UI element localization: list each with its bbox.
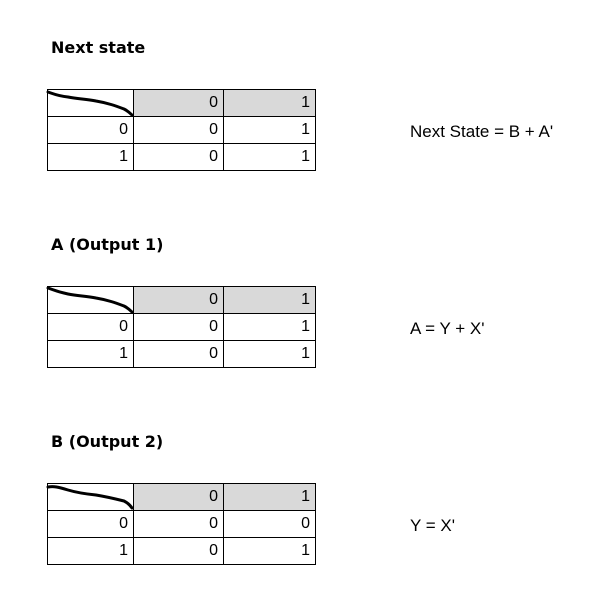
equation-next-state: Next State = B + A' [410, 122, 554, 141]
kmap-table: 0 1 0 0 0 1 0 1 [46, 483, 316, 565]
section-title-output-1: A (Output 1) [51, 235, 164, 254]
kmap-output-2: 0 1 0 0 0 1 0 1 [46, 483, 316, 569]
kmap-cell: 0 [133, 313, 224, 341]
section-title-output-2: B (Output 2) [51, 432, 164, 451]
kmap-cell: 1 [223, 143, 316, 171]
kmap-table: 0 1 0 0 1 1 0 1 [46, 89, 316, 171]
kmap-cell: 0 [133, 116, 224, 144]
kmap-cell: 1 [223, 340, 316, 368]
kmap-next-state: 0 1 0 0 1 1 0 1 [46, 89, 316, 175]
equation-output-1: A = Y + X' [410, 319, 485, 338]
kmap-row-label: 0 [47, 510, 134, 538]
kmap-col-header: 1 [223, 89, 316, 117]
kmap-row-label: 0 [47, 313, 134, 341]
kmap-corner-cell [46, 286, 134, 314]
kmap-header-row: 0 1 [46, 89, 316, 117]
kmap-cell: 1 [223, 313, 316, 341]
kmap-cell: 0 [223, 510, 316, 538]
kmap-col-header: 0 [133, 483, 224, 511]
kmap-row-label: 1 [47, 340, 134, 368]
kmap-cell: 1 [223, 116, 316, 144]
kmap-cell: 0 [133, 510, 224, 538]
kmap-output-1: 0 1 0 0 1 1 0 1 [46, 286, 316, 372]
kmap-row: 1 0 1 [47, 537, 316, 565]
kmap-row-label: 1 [47, 537, 134, 565]
kmap-row: 1 0 1 [47, 340, 316, 368]
kmap-row: 0 0 1 [47, 116, 316, 144]
kmap-header-row: 0 1 [46, 483, 316, 511]
diagonal-stroke-icon [46, 90, 134, 117]
section-title-next-state: Next state [51, 38, 146, 57]
kmap-corner-cell [46, 89, 134, 117]
kmap-col-header: 1 [223, 483, 316, 511]
kmap-row-label: 1 [47, 143, 134, 171]
kmap-row: 0 0 0 [47, 510, 316, 538]
kmap-col-header: 0 [133, 89, 224, 117]
kmap-corner-cell [46, 483, 134, 511]
kmap-table: 0 1 0 0 1 1 0 1 [46, 286, 316, 368]
kmap-row: 0 0 1 [47, 313, 316, 341]
kmap-col-header: 1 [223, 286, 316, 314]
kmap-cell: 0 [133, 340, 224, 368]
kmap-cell: 1 [223, 537, 316, 565]
kmap-header-row: 0 1 [46, 286, 316, 314]
kmap-cell: 0 [133, 537, 224, 565]
diagonal-stroke-icon [46, 286, 134, 314]
kmap-cell: 0 [133, 143, 224, 171]
kmap-col-header: 0 [133, 286, 224, 314]
equation-output-2: Y = X' [410, 516, 455, 535]
kmap-row: 1 0 1 [47, 143, 316, 171]
kmap-row-label: 0 [47, 116, 134, 144]
diagonal-stroke-icon [46, 485, 134, 510]
